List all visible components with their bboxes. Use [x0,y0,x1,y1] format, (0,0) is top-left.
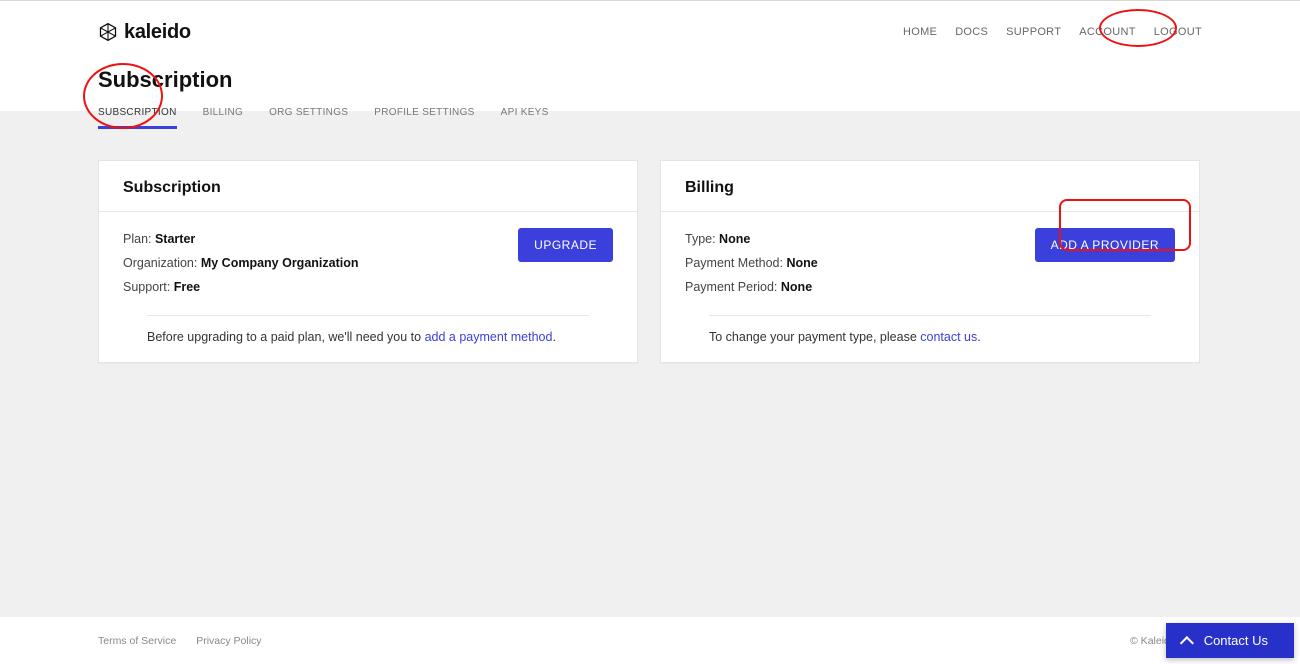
nav-account[interactable]: ACCOUNT [1079,26,1136,38]
billing-method-value: None [786,256,817,270]
billing-footer-post: . [977,330,980,344]
billing-card-body: Type: None Payment Method: None Payment … [661,212,1199,315]
contact-us-widget[interactable]: Contact Us [1166,623,1294,658]
tab-org-settings[interactable]: ORG SETTINGS [269,107,348,129]
chevron-up-icon [1179,636,1193,650]
billing-type-row: Type: None [685,228,818,252]
subscription-card-footer: Before upgrading to a paid plan, we'll n… [147,315,589,362]
top-header: kaleido HOME DOCS SUPPORT ACCOUNT LOGOUT [0,1,1300,51]
billing-footer-pre: To change your payment type, please [709,330,920,344]
subscription-card-body: Plan: Starter Organization: My Company O… [99,212,637,315]
subscription-support-row: Support: Free [123,276,358,300]
org-label: Organization: [123,256,201,270]
upgrade-button[interactable]: UPGRADE [518,228,613,262]
tab-subscription[interactable]: SUBSCRIPTION [98,107,177,129]
billing-type-label: Type: [685,232,719,246]
subscription-card-header: Subscription [99,161,637,212]
page-footer: Terms of Service Privacy Policy © Kaleid… [0,616,1300,664]
billing-period-label: Payment Period: [685,280,781,294]
subscription-footer-post: . [552,330,555,344]
nav-support[interactable]: SUPPORT [1006,26,1061,38]
subscription-plan-row: Plan: Starter [123,228,358,252]
contact-widget-label: Contact Us [1204,633,1268,648]
brand-logo[interactable]: kaleido [98,21,191,44]
plan-label: Plan: [123,232,155,246]
tab-billing[interactable]: BILLING [203,107,243,129]
subscription-card-title: Subscription [123,179,613,197]
plan-value: Starter [155,232,195,246]
brand-name: kaleido [124,21,191,44]
billing-card: Billing Type: None Payment Method: None … [660,160,1200,363]
tab-api-keys[interactable]: API KEYS [501,107,549,129]
contact-us-link[interactable]: contact us [920,330,977,344]
billing-method-label: Payment Method: [685,256,786,270]
billing-period-row: Payment Period: None [685,276,818,300]
add-payment-method-link[interactable]: add a payment method [425,330,553,344]
footer-privacy-link[interactable]: Privacy Policy [196,635,261,647]
page-title-row: Subscription [0,51,1300,93]
billing-type-value: None [719,232,750,246]
add-provider-button[interactable]: ADD A PROVIDER [1035,228,1175,262]
billing-card-header: Billing [661,161,1199,212]
nav-logout[interactable]: LOGOUT [1154,26,1202,38]
support-value: Free [174,280,200,294]
org-value: My Company Organization [201,256,359,270]
billing-period-value: None [781,280,812,294]
subscription-details: Plan: Starter Organization: My Company O… [123,228,358,299]
nav-docs[interactable]: DOCS [955,26,988,38]
billing-card-footer: To change your payment type, please cont… [709,315,1151,362]
top-nav: HOME DOCS SUPPORT ACCOUNT LOGOUT [903,26,1202,38]
billing-card-title: Billing [685,179,1175,197]
billing-details: Type: None Payment Method: None Payment … [685,228,818,299]
subscription-footer-pre: Before upgrading to a paid plan, we'll n… [147,330,425,344]
nav-home[interactable]: HOME [903,26,937,38]
footer-links: Terms of Service Privacy Policy [98,635,262,647]
page-title: Subscription [98,67,1202,93]
support-label: Support: [123,280,174,294]
subscription-org-row: Organization: My Company Organization [123,252,358,276]
subscription-card: Subscription Plan: Starter Organization:… [98,160,638,363]
tabs-bar: SUBSCRIPTION BILLING ORG SETTINGS PROFIL… [0,93,1300,130]
cards-row: Subscription Plan: Starter Organization:… [0,130,1300,363]
footer-tos-link[interactable]: Terms of Service [98,635,176,647]
billing-method-row: Payment Method: None [685,252,818,276]
tab-profile-settings[interactable]: PROFILE SETTINGS [374,107,474,129]
kaleido-logo-icon [98,22,118,42]
